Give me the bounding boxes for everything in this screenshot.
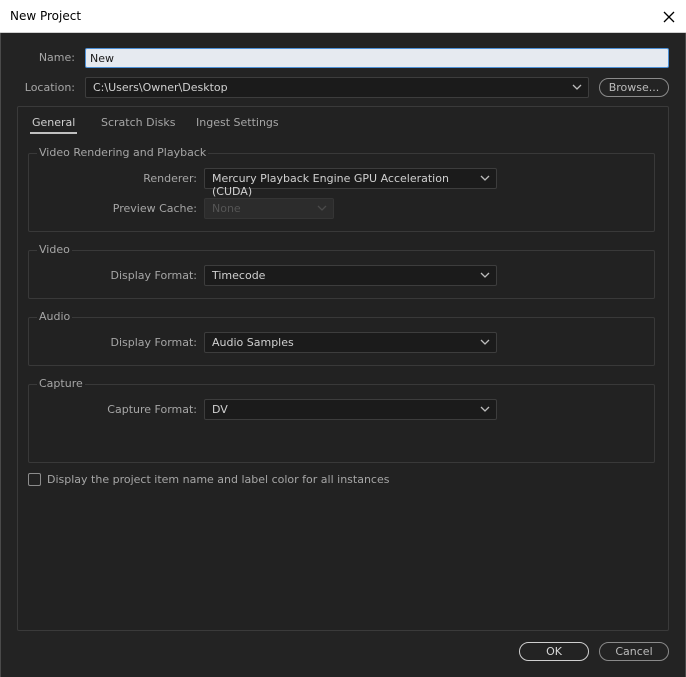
close-button[interactable]	[652, 0, 686, 33]
display-item-name-checkbox[interactable]	[28, 473, 41, 486]
audio-display-format-label: Display Format:	[110, 336, 197, 349]
video-display-format-value: Timecode	[212, 269, 266, 282]
location-value: C:\Users\Owner\Desktop	[93, 81, 228, 94]
chevron-down-icon	[480, 406, 490, 412]
name-label: Name:	[38, 51, 75, 64]
window-title: New Project	[10, 9, 82, 23]
cancel-button[interactable]: Cancel	[599, 642, 669, 661]
renderer-dropdown[interactable]: Mercury Playback Engine GPU Acceleration…	[204, 168, 497, 198]
video-display-format-dropdown[interactable]: Timecode	[204, 265, 497, 286]
video-group: Video Display Format: Timecode	[28, 243, 655, 299]
location-label: Location:	[24, 81, 75, 94]
chevron-down-icon	[480, 175, 490, 181]
audio-group: Audio Display Format: Audio Samples	[28, 310, 655, 366]
capture-format-label: Capture Format:	[107, 403, 197, 416]
audio-display-format-dropdown[interactable]: Audio Samples	[204, 332, 497, 353]
tab-general[interactable]: General	[29, 116, 78, 134]
title-bar: New Project	[0, 0, 686, 33]
browse-button[interactable]: Browse...	[599, 78, 669, 97]
chevron-down-icon	[480, 339, 490, 345]
chevron-down-icon	[317, 205, 327, 211]
preview-cache-value: None	[212, 202, 241, 215]
name-input[interactable]	[85, 48, 669, 68]
settings-panel: General Scratch Disks Ingest Settings Vi…	[17, 106, 669, 631]
capture-group: Capture Capture Format: DV	[28, 377, 655, 463]
video-rendering-legend: Video Rendering and Playback	[37, 146, 209, 159]
tab-scratch-disks[interactable]: Scratch Disks	[101, 116, 175, 129]
location-dropdown[interactable]: C:\Users\Owner\Desktop	[85, 77, 589, 98]
audio-display-format-value: Audio Samples	[212, 336, 294, 349]
chevron-down-icon	[572, 84, 582, 90]
video-legend: Video	[37, 243, 72, 256]
ok-button[interactable]: OK	[519, 642, 589, 661]
renderer-value: Mercury Playback Engine GPU Acceleration…	[212, 172, 449, 198]
new-project-dialog: Name: Location: C:\Users\Owner\Desktop B…	[0, 33, 686, 677]
renderer-label: Renderer:	[143, 172, 197, 185]
capture-format-dropdown[interactable]: DV	[204, 399, 497, 420]
preview-cache-label: Preview Cache:	[112, 202, 197, 215]
video-display-format-label: Display Format:	[110, 269, 197, 282]
capture-legend: Capture	[37, 377, 85, 390]
chevron-down-icon	[480, 272, 490, 278]
tab-ingest-settings[interactable]: Ingest Settings	[196, 116, 279, 129]
video-rendering-group: Video Rendering and Playback Renderer: M…	[28, 146, 655, 232]
preview-cache-dropdown: None	[204, 198, 334, 219]
close-icon	[663, 11, 675, 22]
capture-format-value: DV	[212, 403, 228, 416]
audio-legend: Audio	[37, 310, 73, 323]
display-item-name-label: Display the project item name and label …	[47, 473, 390, 486]
